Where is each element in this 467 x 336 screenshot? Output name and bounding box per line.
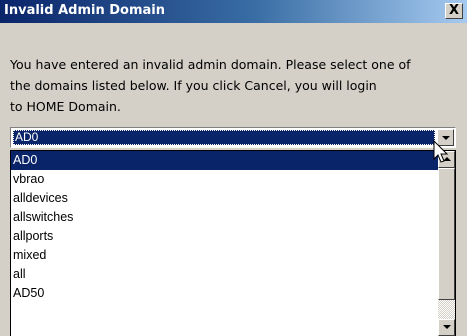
message-line-1: You have entered an invalid admin domain…: [10, 57, 411, 72]
domain-options: AD0 vbrao alldevices allswitches allports mix…: [11, 151, 438, 303]
scrollbar-thumb[interactable]: [438, 168, 455, 300]
domain-option[interactable]: AD0: [11, 151, 438, 170]
close-button[interactable]: X: [445, 3, 463, 19]
scroll-down-button[interactable]: [438, 319, 455, 336]
message-line-3: to HOME Domain.: [10, 99, 121, 114]
message-line-2: the domains listed below. If you click C…: [10, 78, 377, 93]
mouse-pointer-icon: [433, 140, 449, 163]
window-title: Invalid Admin Domain: [4, 3, 165, 18]
domain-option[interactable]: AD50: [11, 284, 438, 303]
domain-option[interactable]: alldevices: [11, 189, 438, 208]
domain-option[interactable]: all: [11, 265, 438, 284]
message-text: You have entered an invalid admin domain…: [10, 54, 460, 117]
invalid-admin-domain-dialog: Invalid Admin Domain X You have entered …: [0, 0, 467, 336]
close-icon: X: [448, 3, 460, 18]
domain-combobox[interactable]: AD0: [10, 127, 456, 148]
title-bar[interactable]: Invalid Admin Domain X: [0, 0, 467, 23]
dropdown-scrollbar[interactable]: [438, 151, 455, 336]
domain-option[interactable]: allports: [11, 227, 438, 246]
domain-option[interactable]: mixed: [11, 246, 438, 265]
domain-option[interactable]: allswitches: [11, 208, 438, 227]
scroll-down-arrow-icon: [443, 325, 451, 329]
domain-dropdown-list[interactable]: AD0 vbrao alldevices allswitches allports mix…: [10, 150, 456, 336]
domain-option[interactable]: vbrao: [11, 170, 438, 189]
domain-combobox-value[interactable]: AD0: [13, 130, 435, 145]
